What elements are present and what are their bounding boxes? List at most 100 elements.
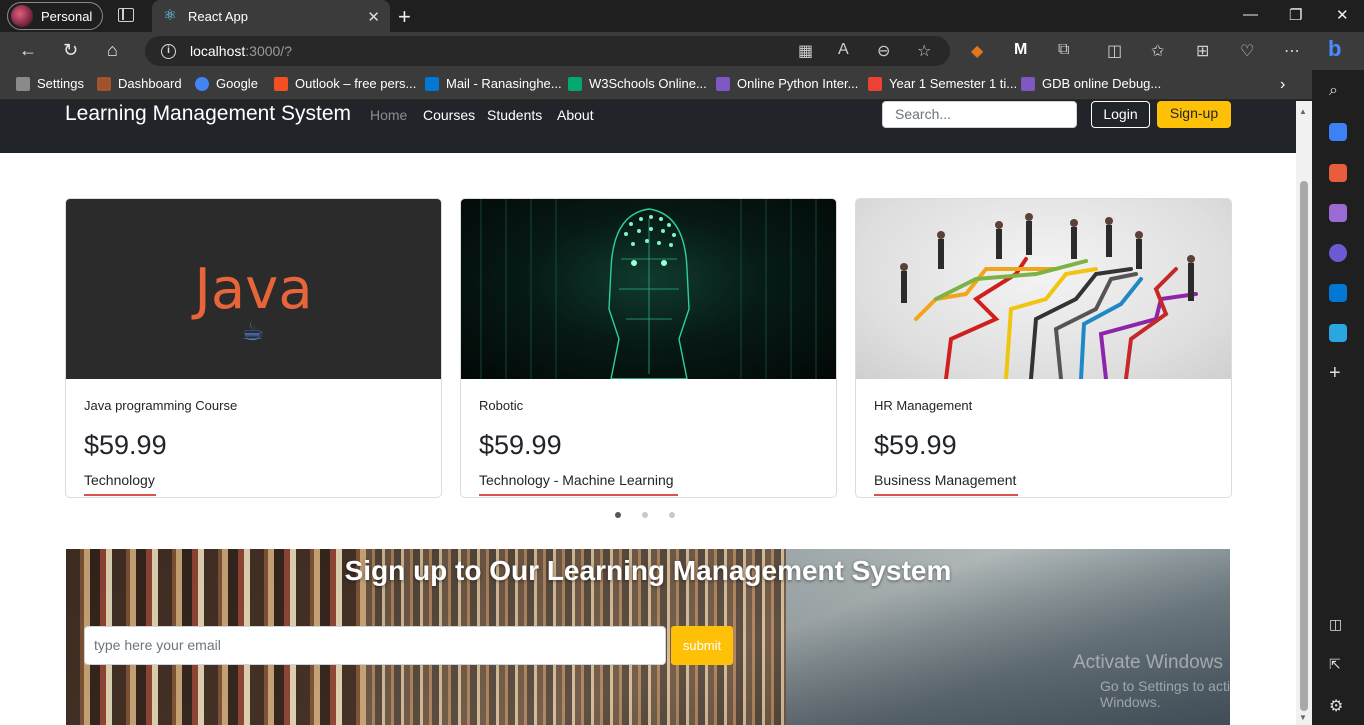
copilot-icon[interactable] xyxy=(1329,244,1347,262)
course-card[interactable]: Robotic $59.99 Technology - Machine Lear… xyxy=(460,198,837,498)
bookmark-gdb[interactable]: GDB online Debug... xyxy=(1021,76,1161,91)
active-tab[interactable]: ⚛ React App ✕ xyxy=(152,0,390,32)
course-price: $59.99 xyxy=(874,430,957,460)
new-tab-icon[interactable]: + xyxy=(398,4,411,30)
search-icon[interactable]: ⌕ xyxy=(1329,82,1347,100)
bolt-icon xyxy=(716,76,730,91)
address-bar-row: ← ↻ ⌂ i localhost:3000/? ▦ A ⊖ ☆ ◆ M ⧉ ◫… xyxy=(0,32,1364,70)
metamask-icon[interactable]: ◆ xyxy=(971,41,983,61)
carousel-dot[interactable] xyxy=(642,512,648,518)
course-title: Robotic xyxy=(479,398,524,413)
favorite-star-icon[interactable]: ☆ xyxy=(917,41,931,61)
minimize-icon[interactable]: — xyxy=(1243,6,1258,23)
outlook-icon xyxy=(425,76,439,91)
submit-button[interactable]: submit xyxy=(671,626,733,665)
java-logo-text: Java xyxy=(194,257,313,322)
url-field[interactable]: i localhost:3000/? xyxy=(145,36,950,66)
toolbox-icon[interactable] xyxy=(1329,164,1347,182)
bookmark-dashboard[interactable]: Dashboard xyxy=(97,76,182,91)
nav-link-courses[interactable]: Courses xyxy=(423,107,475,123)
nav-link-about[interactable]: About xyxy=(557,107,594,123)
edge-sidebar: ⌕ + ◫ ⇱ ⚙ xyxy=(1312,70,1364,725)
category-underline xyxy=(479,494,678,496)
bookmark-favicon-icon xyxy=(97,76,111,91)
course-price: $59.99 xyxy=(479,430,562,460)
sidebar-panel-icon[interactable]: ◫ xyxy=(1329,616,1347,634)
open-external-icon[interactable]: ⇱ xyxy=(1329,656,1347,674)
login-button[interactable]: Login xyxy=(1091,101,1150,128)
search-input[interactable]: Search... xyxy=(882,101,1077,128)
bookmarks-overflow-icon[interactable]: › xyxy=(1280,76,1285,94)
browser-tab-bar: Personal ⚛ React App ✕ + — ❐ ✕ xyxy=(0,0,1364,32)
performance-icon[interactable]: ♡ xyxy=(1240,41,1254,61)
more-menu-icon[interactable]: ⋯ xyxy=(1284,41,1300,61)
ai-head-graphic xyxy=(480,199,817,380)
profile-button[interactable]: Personal xyxy=(7,2,103,30)
profile-avatar xyxy=(11,5,33,27)
site-navbar: Learning Management System Home Courses … xyxy=(0,101,1296,153)
bookmark-favicon-icon xyxy=(16,76,30,91)
carousel-indicators xyxy=(615,512,675,518)
course-card[interactable]: HR Management $59.99 Business Management xyxy=(855,198,1232,498)
apps-icon[interactable]: ▦ xyxy=(798,41,813,61)
collections-icon[interactable]: ⊞ xyxy=(1196,41,1209,61)
games-icon[interactable] xyxy=(1329,204,1347,222)
bookmark-gmail[interactable]: Year 1 Semester 1 ti... xyxy=(868,76,1017,91)
bookmark-w3schools[interactable]: W3Schools Online... xyxy=(568,76,707,91)
course-card[interactable]: Java ☕ Java programming Course $59.99 Te… xyxy=(65,198,442,498)
extensions-icon[interactable]: ⧉ xyxy=(1058,41,1069,59)
add-icon[interactable]: + xyxy=(1329,363,1347,383)
close-window-icon[interactable]: ✕ xyxy=(1336,6,1349,24)
bolt-icon xyxy=(1021,76,1035,91)
course-image-robotic xyxy=(461,199,836,380)
bookmark-google[interactable]: Google xyxy=(195,76,258,91)
scroll-up-arrow-icon[interactable]: ▲ xyxy=(1299,107,1307,116)
shopping-tag-icon[interactable] xyxy=(1329,123,1347,141)
bookmark-python[interactable]: Online Python Inter... xyxy=(716,76,858,91)
favorites-icon[interactable]: ✩ xyxy=(1151,41,1164,61)
reload-icon[interactable]: ↻ xyxy=(63,40,78,61)
home-icon[interactable]: ⌂ xyxy=(107,40,118,61)
zoom-icon[interactable]: ⊖ xyxy=(877,41,890,61)
url-path: :3000/? xyxy=(245,43,292,59)
tab-actions-icon[interactable] xyxy=(118,8,134,22)
java-coffee-cup-icon: ☕ xyxy=(241,316,265,346)
profile-label: Personal xyxy=(41,8,93,24)
outlook-icon[interactable] xyxy=(1329,284,1347,302)
scroll-thumb[interactable] xyxy=(1300,181,1308,711)
page-scrollbar[interactable]: ▲ ▼ xyxy=(1296,101,1312,725)
scroll-down-arrow-icon[interactable]: ▼ xyxy=(1299,713,1307,722)
google-icon xyxy=(195,76,209,91)
close-tab-icon[interactable]: ✕ xyxy=(367,8,380,26)
nav-link-home[interactable]: Home xyxy=(370,107,407,123)
carousel-dot[interactable] xyxy=(615,512,621,518)
split-screen-icon[interactable]: ◫ xyxy=(1107,41,1122,61)
bookmark-mail[interactable]: Mail - Ranasinghe... xyxy=(425,76,562,91)
signup-banner-title: Sign up to Our Learning Management Syste… xyxy=(344,555,952,586)
settings-gear-icon[interactable]: ⚙ xyxy=(1329,696,1347,715)
restore-icon[interactable]: ❐ xyxy=(1289,6,1302,24)
signup-button[interactable]: Sign-up xyxy=(1157,101,1231,128)
bookmark-outlook[interactable]: Outlook – free pers... xyxy=(274,76,416,91)
course-image-hr xyxy=(856,199,1231,381)
extension-m-icon[interactable]: M xyxy=(1014,41,1027,59)
gmail-icon xyxy=(868,76,882,91)
send-icon[interactable] xyxy=(1329,324,1347,342)
signup-banner: Sign up to Our Learning Management Syste… xyxy=(66,549,1230,725)
course-image-java: Java ☕ xyxy=(66,199,441,379)
site-info-icon[interactable]: i xyxy=(161,43,176,59)
course-price: $59.99 xyxy=(84,430,167,460)
back-icon[interactable]: ← xyxy=(19,40,37,61)
bing-copilot-icon[interactable]: b xyxy=(1328,36,1341,62)
course-title: HR Management xyxy=(874,398,973,413)
activate-windows-subtitle: Go to Settings to activate Windows. xyxy=(1100,678,1257,710)
site-brand[interactable]: Learning Management System xyxy=(65,101,351,127)
carousel-dot[interactable] xyxy=(669,512,675,518)
email-field[interactable]: type here your email xyxy=(84,626,666,665)
nav-link-students[interactable]: Students xyxy=(487,107,542,123)
course-category: Technology xyxy=(84,472,155,488)
microsoft-icon xyxy=(274,76,288,91)
bookmark-settings[interactable]: Settings xyxy=(16,76,84,91)
read-aloud-icon[interactable]: A xyxy=(838,41,849,59)
course-category: Business Management xyxy=(874,472,1017,488)
